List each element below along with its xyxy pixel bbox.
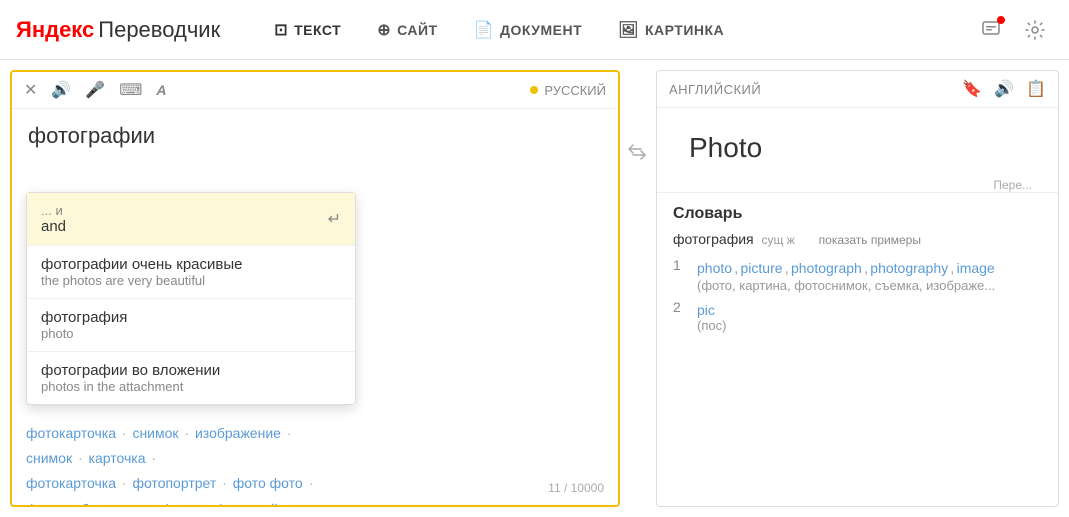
source-lang-label: РУССКИЙ: [530, 83, 606, 98]
autocomplete-sub-2: photo: [41, 326, 127, 341]
speaker-icon[interactable]: 🔊: [51, 80, 71, 100]
dictionary-section: Словарь фотография сущ ж показать пример…: [657, 192, 1058, 506]
keyboard-icon[interactable]: ⌨: [119, 80, 142, 100]
translation-section: Photo Пере...: [657, 108, 1058, 192]
autocomplete-suggestion-1: фотографии очень красивые: [41, 256, 242, 273]
autocomplete-sub-3: photos in the attachment: [41, 379, 220, 394]
lang-dot: [530, 86, 538, 94]
syn-фотокарточка[interactable]: фотокарточка: [26, 425, 116, 441]
tab-document[interactable]: 📄 ДОКУМЕНТ: [460, 12, 597, 48]
dict-trans-picture[interactable]: picture: [741, 260, 783, 278]
autocomplete-item-2[interactable]: фотография photo: [27, 299, 355, 352]
close-icon[interactable]: ✕: [24, 80, 37, 100]
dict-translations-2: pic: [697, 302, 726, 318]
dict-translations-1: photo, picture, photograph, photography,…: [697, 260, 995, 278]
syn-карточка2[interactable]: карточка: [89, 450, 146, 466]
enter-icon: ↵: [328, 209, 341, 229]
tab-image[interactable]: 🖼 КАРТИНКА: [604, 12, 738, 48]
target-lang-label: АНГЛИЙСКИЙ: [669, 82, 761, 97]
settings-button[interactable]: [1017, 12, 1053, 48]
syn-fotosnimok[interactable]: фотографический снимок: [161, 501, 328, 505]
syn-fotoportret2[interactable]: фотопортрет: [132, 475, 216, 491]
tab-site-label: САЙТ: [397, 22, 438, 38]
text-tab-icon: ⊡: [274, 20, 288, 40]
input-text: фотографии: [28, 123, 155, 148]
right-toolbar-icons: 🔖 🔊 📋: [962, 79, 1046, 99]
dict-num-2: 2: [673, 299, 689, 315]
autocomplete-item-3[interactable]: фотографии во вложении photos in the att…: [27, 352, 355, 404]
syn-карточка[interactable]: снимок: [26, 450, 72, 466]
dict-trans-pic[interactable]: pic: [697, 302, 715, 318]
swap-languages-button[interactable]: [622, 140, 652, 164]
autocomplete-suggestion-2: фотография: [41, 309, 127, 326]
dict-trans-photography[interactable]: photography: [870, 260, 948, 278]
logo-subtitle: Переводчик: [98, 17, 220, 43]
autocomplete-main: and: [41, 218, 66, 235]
text-style-icon[interactable]: A: [156, 82, 166, 98]
autocomplete-suggestion-3: фотографии во вложении: [41, 362, 220, 379]
synonyms-line: фотокарточка · снимок · изображение · сн…: [26, 421, 604, 505]
logo: Яндекс Переводчик: [16, 17, 220, 43]
source-toolbar: ✕ 🔊 🎤 ⌨ A РУССКИЙ: [12, 72, 618, 109]
syn-снимок[interactable]: снимок: [132, 425, 178, 441]
dictionary-title: Словарь: [673, 205, 1042, 223]
notification-dot: [997, 16, 1005, 24]
bookmark-icon[interactable]: 🔖: [962, 79, 982, 99]
document-tab-icon: 📄: [474, 20, 494, 40]
dict-pos: сущ ж: [762, 233, 795, 247]
header: Яндекс Переводчик ⊡ ТЕКСТ ⊕ САЙТ 📄 ДОКУМ…: [0, 0, 1069, 60]
source-panel: ✕ 🔊 🎤 ⌨ A РУССКИЙ фотографии ... и and ↵: [10, 70, 620, 507]
syn-изображение[interactable]: изображение: [195, 425, 281, 441]
show-examples-button[interactable]: показать примеры: [819, 233, 921, 247]
dict-trans-photo[interactable]: photo: [697, 260, 732, 278]
autocomplete-dropdown: ... и and ↵ фотографии очень красивые th…: [26, 192, 356, 405]
tab-site[interactable]: ⊕ САЙТ: [363, 12, 451, 48]
header-right: [973, 12, 1053, 48]
syn-foto[interactable]: фото фото: [233, 475, 303, 491]
logo-yandex: Яндекс: [16, 17, 94, 43]
translation-output: Photo: [673, 118, 1042, 178]
image-tab-icon: 🖼: [618, 20, 639, 40]
mic-icon[interactable]: 🎤: [85, 80, 105, 100]
autocomplete-hint: ... и: [41, 203, 66, 218]
tab-text-label: ТЕКСТ: [294, 22, 341, 38]
dict-trans-photograph[interactable]: photograph: [791, 260, 862, 278]
tab-image-label: КАРТИНКА: [645, 22, 724, 38]
dict-row-2: 2 pic (пос): [673, 299, 1042, 333]
synonyms-area: фотокарточка · снимок · изображение · сн…: [12, 413, 618, 505]
syn-fotoportret[interactable]: фотокарточка: [26, 475, 116, 491]
char-count: 11 / 10000: [548, 481, 604, 495]
site-tab-icon: ⊕: [377, 20, 391, 40]
dict-num-1: 1: [673, 257, 689, 273]
target-panel: АНГЛИЙСКИЙ 🔖 🔊 📋 Photo Пере... Словарь ф…: [656, 70, 1059, 507]
dict-word: фотография: [673, 231, 754, 247]
perephrase-label: Пере...: [673, 178, 1042, 192]
dict-hint-2: (пос): [697, 318, 726, 333]
right-speaker-icon[interactable]: 🔊: [994, 79, 1014, 99]
dictionary-entry: фотография сущ ж показать примеры: [673, 231, 1042, 247]
autocomplete-item-and[interactable]: ... и and ↵: [27, 193, 355, 246]
dict-trans-image[interactable]: image: [957, 260, 995, 278]
dict-hint-1: (фото, картина, фотоснимок, съемка, изоб…: [697, 278, 995, 293]
copy-icon[interactable]: 📋: [1026, 79, 1046, 99]
target-toolbar: АНГЛИЙСКИЙ 🔖 🔊 📋: [657, 71, 1058, 108]
history-button[interactable]: [973, 12, 1009, 48]
autocomplete-item-1[interactable]: фотографии очень красивые the photos are…: [27, 246, 355, 299]
nav-tabs: ⊡ ТЕКСТ ⊕ САЙТ 📄 ДОКУМЕНТ 🖼 КАРТИНКА: [260, 12, 973, 48]
syn-fotoizob[interactable]: фотоизображение: [26, 501, 145, 505]
main-content: ✕ 🔊 🎤 ⌨ A РУССКИЙ фотографии ... и and ↵: [0, 60, 1069, 517]
tab-text[interactable]: ⊡ ТЕКСТ: [260, 12, 355, 48]
tab-document-label: ДОКУМЕНТ: [500, 22, 582, 38]
autocomplete-sub-1: the photos are very beautiful: [41, 273, 242, 288]
syn-otpechatok[interactable]: отпечаток: [345, 501, 409, 505]
dict-row-1: 1 photo, picture, photograph, photograph…: [673, 257, 1042, 293]
